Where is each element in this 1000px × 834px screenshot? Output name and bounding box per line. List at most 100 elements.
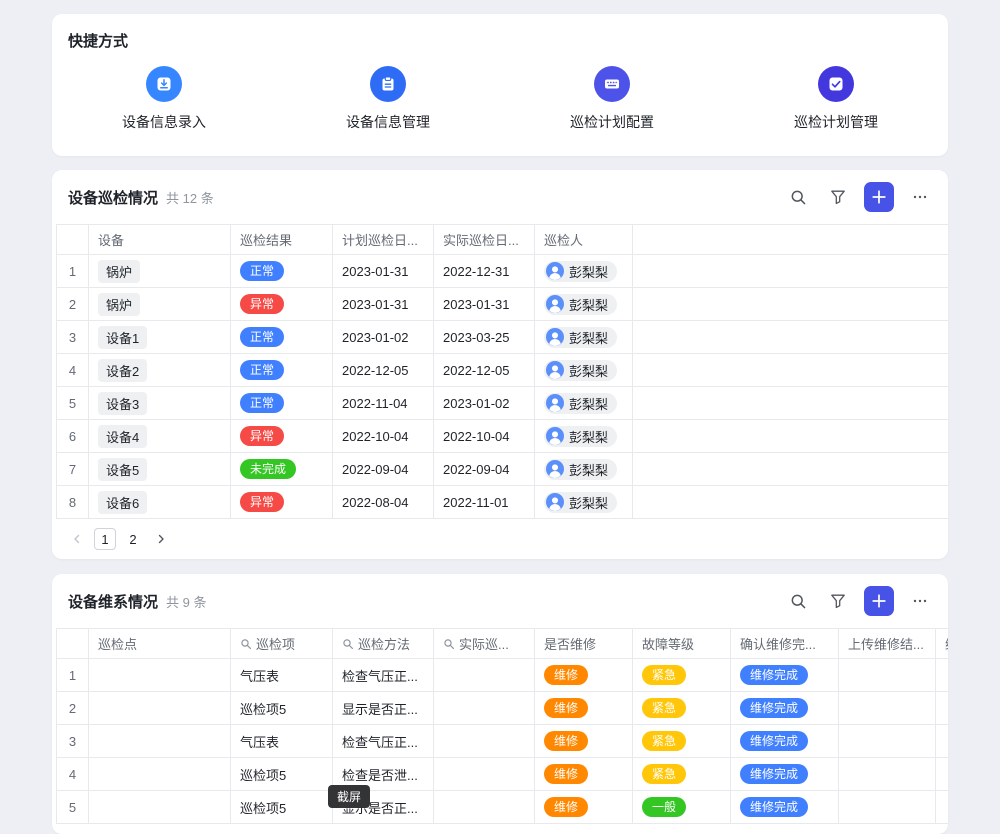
cell-confirm[interactable]: 维修完成 [731, 791, 839, 823]
cell-extra[interactable] [936, 659, 948, 691]
page-number-current[interactable]: 1 [94, 528, 116, 550]
cell-inspector[interactable]: 彭梨梨 [535, 486, 633, 518]
cell-repair[interactable]: 维修 [535, 758, 633, 790]
cell-device[interactable]: 设备4 [89, 420, 231, 452]
cell-item[interactable]: 巡检项5 [231, 692, 333, 724]
add-record-button[interactable] [864, 182, 894, 212]
cell-device[interactable]: 设备5 [89, 453, 231, 485]
cell-repair[interactable]: 维修 [535, 659, 633, 691]
cell-item[interactable]: 气压表 [231, 659, 333, 691]
cell-actual[interactable] [434, 692, 535, 724]
cell-point[interactable] [89, 659, 231, 691]
cell-confirm[interactable]: 维修完成 [731, 758, 839, 790]
cell-actual[interactable] [434, 725, 535, 757]
cell-method[interactable]: 检查气压正... [333, 659, 434, 691]
cell-result[interactable]: 正常 [231, 387, 333, 419]
cell-extra[interactable] [936, 758, 948, 790]
page-number[interactable]: 2 [122, 528, 144, 550]
cell-result[interactable]: 未完成 [231, 453, 333, 485]
cell-plan-date[interactable]: 2022-12-05 [333, 354, 434, 386]
cell-plan-date[interactable]: 2023-01-31 [333, 255, 434, 287]
col-result: 巡检结果 [231, 225, 333, 254]
cell-actual-date[interactable]: 2022-12-31 [434, 255, 535, 287]
cell-point[interactable] [89, 758, 231, 790]
cell-repair[interactable]: 维修 [535, 692, 633, 724]
cell-inspector[interactable]: 彭梨梨 [535, 255, 633, 287]
cell-result[interactable]: 正常 [231, 321, 333, 353]
cell-actual-date[interactable]: 2022-11-01 [434, 486, 535, 518]
cell-upload[interactable] [839, 758, 936, 790]
cell-extra[interactable] [936, 725, 948, 757]
cell-level[interactable]: 紧急 [633, 659, 731, 691]
more-icon[interactable] [906, 183, 934, 211]
cell-point[interactable] [89, 725, 231, 757]
cell-device[interactable]: 锅炉 [89, 288, 231, 320]
cell-item[interactable]: 气压表 [231, 725, 333, 757]
cell-result[interactable]: 异常 [231, 486, 333, 518]
cell-extra[interactable] [936, 692, 948, 724]
cell-upload[interactable] [839, 692, 936, 724]
cell-device[interactable]: 设备1 [89, 321, 231, 353]
cell-level[interactable]: 一般 [633, 791, 731, 823]
cell-point[interactable] [89, 692, 231, 724]
cell-inspector[interactable]: 彭梨梨 [535, 453, 633, 485]
search-icon[interactable] [784, 183, 812, 211]
next-page-button[interactable] [150, 528, 172, 550]
cell-result[interactable]: 异常 [231, 288, 333, 320]
shortcut-device-manage[interactable]: 设备信息管理 [276, 66, 500, 132]
cell-method[interactable]: 检查气压正... [333, 725, 434, 757]
cell-inspector[interactable]: 彭梨梨 [535, 420, 633, 452]
prev-page-button[interactable] [66, 528, 88, 550]
cell-device[interactable]: 设备3 [89, 387, 231, 419]
cell-device[interactable]: 锅炉 [89, 255, 231, 287]
cell-plan-date[interactable]: 2022-08-04 [333, 486, 434, 518]
cell-inspector[interactable]: 彭梨梨 [535, 354, 633, 386]
add-record-button[interactable] [864, 586, 894, 616]
cell-level[interactable]: 紧急 [633, 758, 731, 790]
cell-upload[interactable] [839, 659, 936, 691]
cell-plan-date[interactable]: 2022-09-04 [333, 453, 434, 485]
cell-confirm[interactable]: 维修完成 [731, 725, 839, 757]
shortcut-plan-manage[interactable]: 巡检计划管理 [724, 66, 948, 132]
cell-actual-date[interactable]: 2023-03-25 [434, 321, 535, 353]
cell-inspector[interactable]: 彭梨梨 [535, 387, 633, 419]
shortcut-device-entry[interactable]: 设备信息录入 [52, 66, 276, 132]
cell-actual-date[interactable]: 2022-10-04 [434, 420, 535, 452]
cell-result[interactable]: 正常 [231, 255, 333, 287]
cell-level[interactable]: 紧急 [633, 725, 731, 757]
cell-result[interactable]: 正常 [231, 354, 333, 386]
cell-result[interactable]: 异常 [231, 420, 333, 452]
cell-inspector[interactable]: 彭梨梨 [535, 321, 633, 353]
cell-item[interactable]: 巡检项5 [231, 791, 333, 823]
cell-actual[interactable] [434, 659, 535, 691]
cell-item[interactable]: 巡检项5 [231, 758, 333, 790]
cell-confirm[interactable]: 维修完成 [731, 692, 839, 724]
cell-actual-date[interactable]: 2022-12-05 [434, 354, 535, 386]
cell-plan-date[interactable]: 2023-01-02 [333, 321, 434, 353]
filter-icon[interactable] [824, 183, 852, 211]
search-icon[interactable] [784, 587, 812, 615]
cell-upload[interactable] [839, 791, 936, 823]
cell-method[interactable]: 显示是否正... [333, 692, 434, 724]
cell-plan-date[interactable]: 2023-01-31 [333, 288, 434, 320]
cell-point[interactable] [89, 791, 231, 823]
cell-level[interactable]: 紧急 [633, 692, 731, 724]
cell-device[interactable]: 设备2 [89, 354, 231, 386]
cell-actual-date[interactable]: 2023-01-31 [434, 288, 535, 320]
cell-confirm[interactable]: 维修完成 [731, 659, 839, 691]
cell-plan-date[interactable]: 2022-11-04 [333, 387, 434, 419]
cell-actual-date[interactable]: 2022-09-04 [434, 453, 535, 485]
cell-repair[interactable]: 维修 [535, 791, 633, 823]
cell-actual-date[interactable]: 2023-01-02 [434, 387, 535, 419]
filter-icon[interactable] [824, 587, 852, 615]
cell-extra[interactable] [936, 791, 948, 823]
cell-upload[interactable] [839, 725, 936, 757]
cell-repair[interactable]: 维修 [535, 725, 633, 757]
cell-actual[interactable] [434, 758, 535, 790]
shortcut-plan-config[interactable]: 巡检计划配置 [500, 66, 724, 132]
cell-plan-date[interactable]: 2022-10-04 [333, 420, 434, 452]
more-icon[interactable] [906, 587, 934, 615]
cell-actual[interactable] [434, 791, 535, 823]
cell-device[interactable]: 设备6 [89, 486, 231, 518]
cell-inspector[interactable]: 彭梨梨 [535, 288, 633, 320]
